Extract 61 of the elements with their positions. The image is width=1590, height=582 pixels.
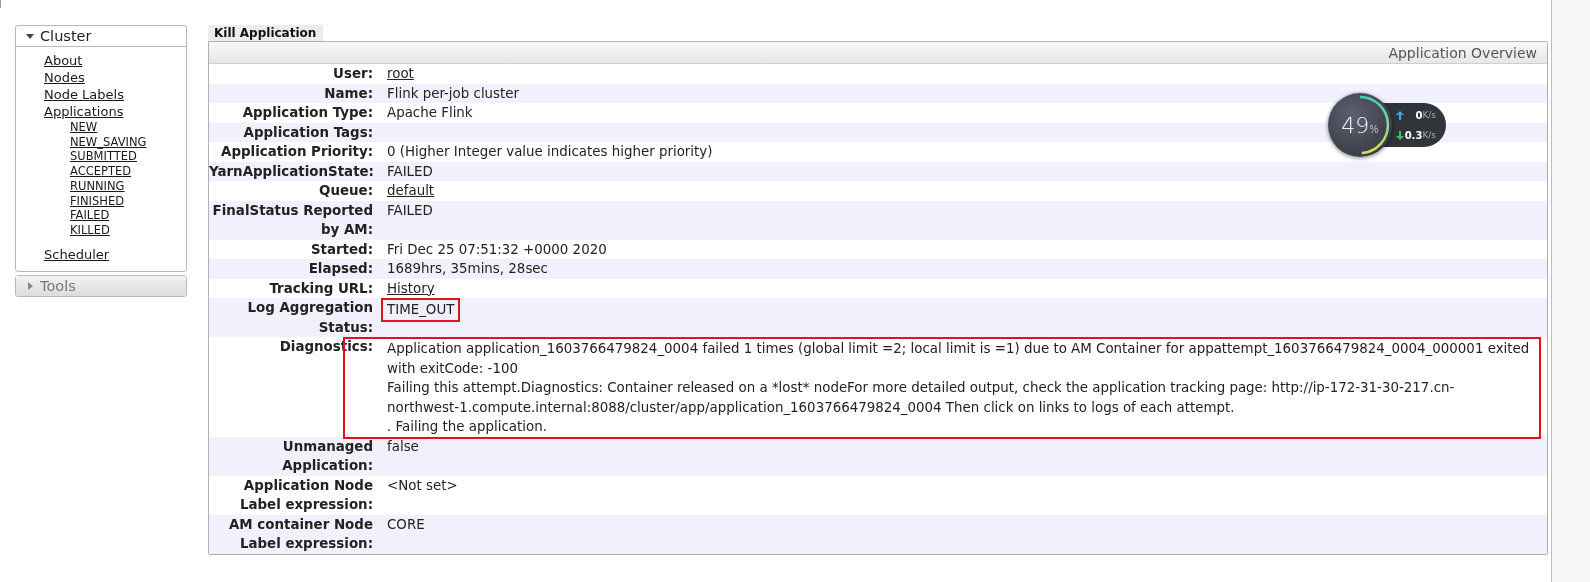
kill-application-button[interactable]: Kill Application xyxy=(208,25,324,41)
field-label: User: xyxy=(332,65,374,83)
field-label: Log Aggregation Status: xyxy=(246,299,374,337)
field-value: false xyxy=(387,437,419,456)
field-label: Unmanaged Application: xyxy=(281,437,374,475)
speed-unit: K/s xyxy=(1422,110,1436,120)
field-value: Failing this attempt.Diagnostics: Container released on a *lost* nodeFor more detailed output, check the application tracking page: http://ip-172-31-30-217.cn- xyxy=(387,379,1455,397)
caret-icon xyxy=(26,32,34,40)
download-speed: 0.3 xyxy=(1404,129,1423,141)
caret-icon xyxy=(26,281,34,290)
value-link[interactable]: default xyxy=(387,181,435,201)
sidebar-section-header[interactable]: Cluster xyxy=(16,26,186,47)
field-label: FinalStatus Reported by AM: xyxy=(211,201,374,239)
sidebar-link[interactable]: About xyxy=(44,52,83,69)
sidebar-link[interactable]: RUNNING xyxy=(70,178,125,194)
value-link[interactable]: History xyxy=(387,278,435,298)
sidebar-link[interactable]: NEW_SAVING xyxy=(70,134,147,150)
sidebar-link[interactable]: NEW xyxy=(70,120,98,135)
field-label: Tracking URL: xyxy=(268,279,374,298)
speed-unit: K/s xyxy=(1422,130,1436,140)
field-value: FAILED xyxy=(387,162,433,181)
sidebar-link[interactable]: Scheduler xyxy=(44,245,110,263)
field-label: Name: xyxy=(323,84,374,103)
sidebar-link[interactable]: Applications xyxy=(44,103,124,120)
field-label: Elapsed: xyxy=(307,260,374,278)
field-label: Started: xyxy=(309,240,374,259)
sidebar-section-header[interactable]: Tools xyxy=(16,275,186,296)
field-label: Application Type: xyxy=(241,104,374,122)
sidebar-link[interactable]: FINISHED xyxy=(70,193,125,209)
field-value: FAILED xyxy=(387,201,433,220)
sidebar-link[interactable]: FAILED xyxy=(70,208,110,223)
usage-percent: 49% xyxy=(1341,112,1379,138)
field-label: Queue: xyxy=(318,182,374,200)
field-value: <Not set> xyxy=(387,476,458,495)
field-label: YarnApplicationState: xyxy=(209,162,375,181)
sidebar-link[interactable]: Nodes xyxy=(44,69,85,86)
sidebar-link[interactable]: SUBMITTED xyxy=(70,149,137,165)
field-value: TIME_OUT xyxy=(387,301,455,319)
field-label: Application Tags: xyxy=(242,123,374,142)
field-value: Flink per-job cluster xyxy=(387,84,520,103)
sidebar-link[interactable]: ACCEPTED xyxy=(70,164,132,179)
upload-arrow-icon xyxy=(1396,110,1404,120)
field-value: 0 (Higher Integer value indicates higher priority) xyxy=(387,143,713,161)
field-label: Application Priority: xyxy=(220,143,374,161)
field-value: Application application_1603766479824_0004 failed 1 times (global limit =2; local limit is =1) due to AM Container for appattempt_1603766479824_0004_000001 exited xyxy=(387,340,1530,358)
field-value: CORE xyxy=(387,515,425,534)
field-value: . Failing the application. xyxy=(387,418,547,436)
field-value: northwest-1.compute.internal:8088/cluster/app/application_1603766479824_0004 Then click on links to logs of each attempt. xyxy=(387,398,1235,417)
field-value: 1689hrs, 35mins, 28sec xyxy=(387,260,548,278)
field-label: Application Node Label expression: xyxy=(238,476,374,514)
sidebar-link[interactable]: KILLED xyxy=(70,222,110,238)
panel-title: Application Overview xyxy=(1388,44,1537,61)
upload-speed: 0 xyxy=(1415,109,1423,121)
download-arrow-icon xyxy=(1396,130,1404,140)
field-value: with exitCode: -100 xyxy=(387,359,518,378)
field-label: AM container Node Label expression: xyxy=(228,515,374,553)
value-link[interactable]: root xyxy=(387,64,414,84)
field-value: Apache Flink xyxy=(387,104,473,122)
scrollbar[interactable] xyxy=(1551,0,1590,582)
sidebar-link[interactable]: Node Labels xyxy=(44,86,124,103)
field-value: Fri Dec 25 07:51:32 +0000 2020 xyxy=(387,240,607,259)
